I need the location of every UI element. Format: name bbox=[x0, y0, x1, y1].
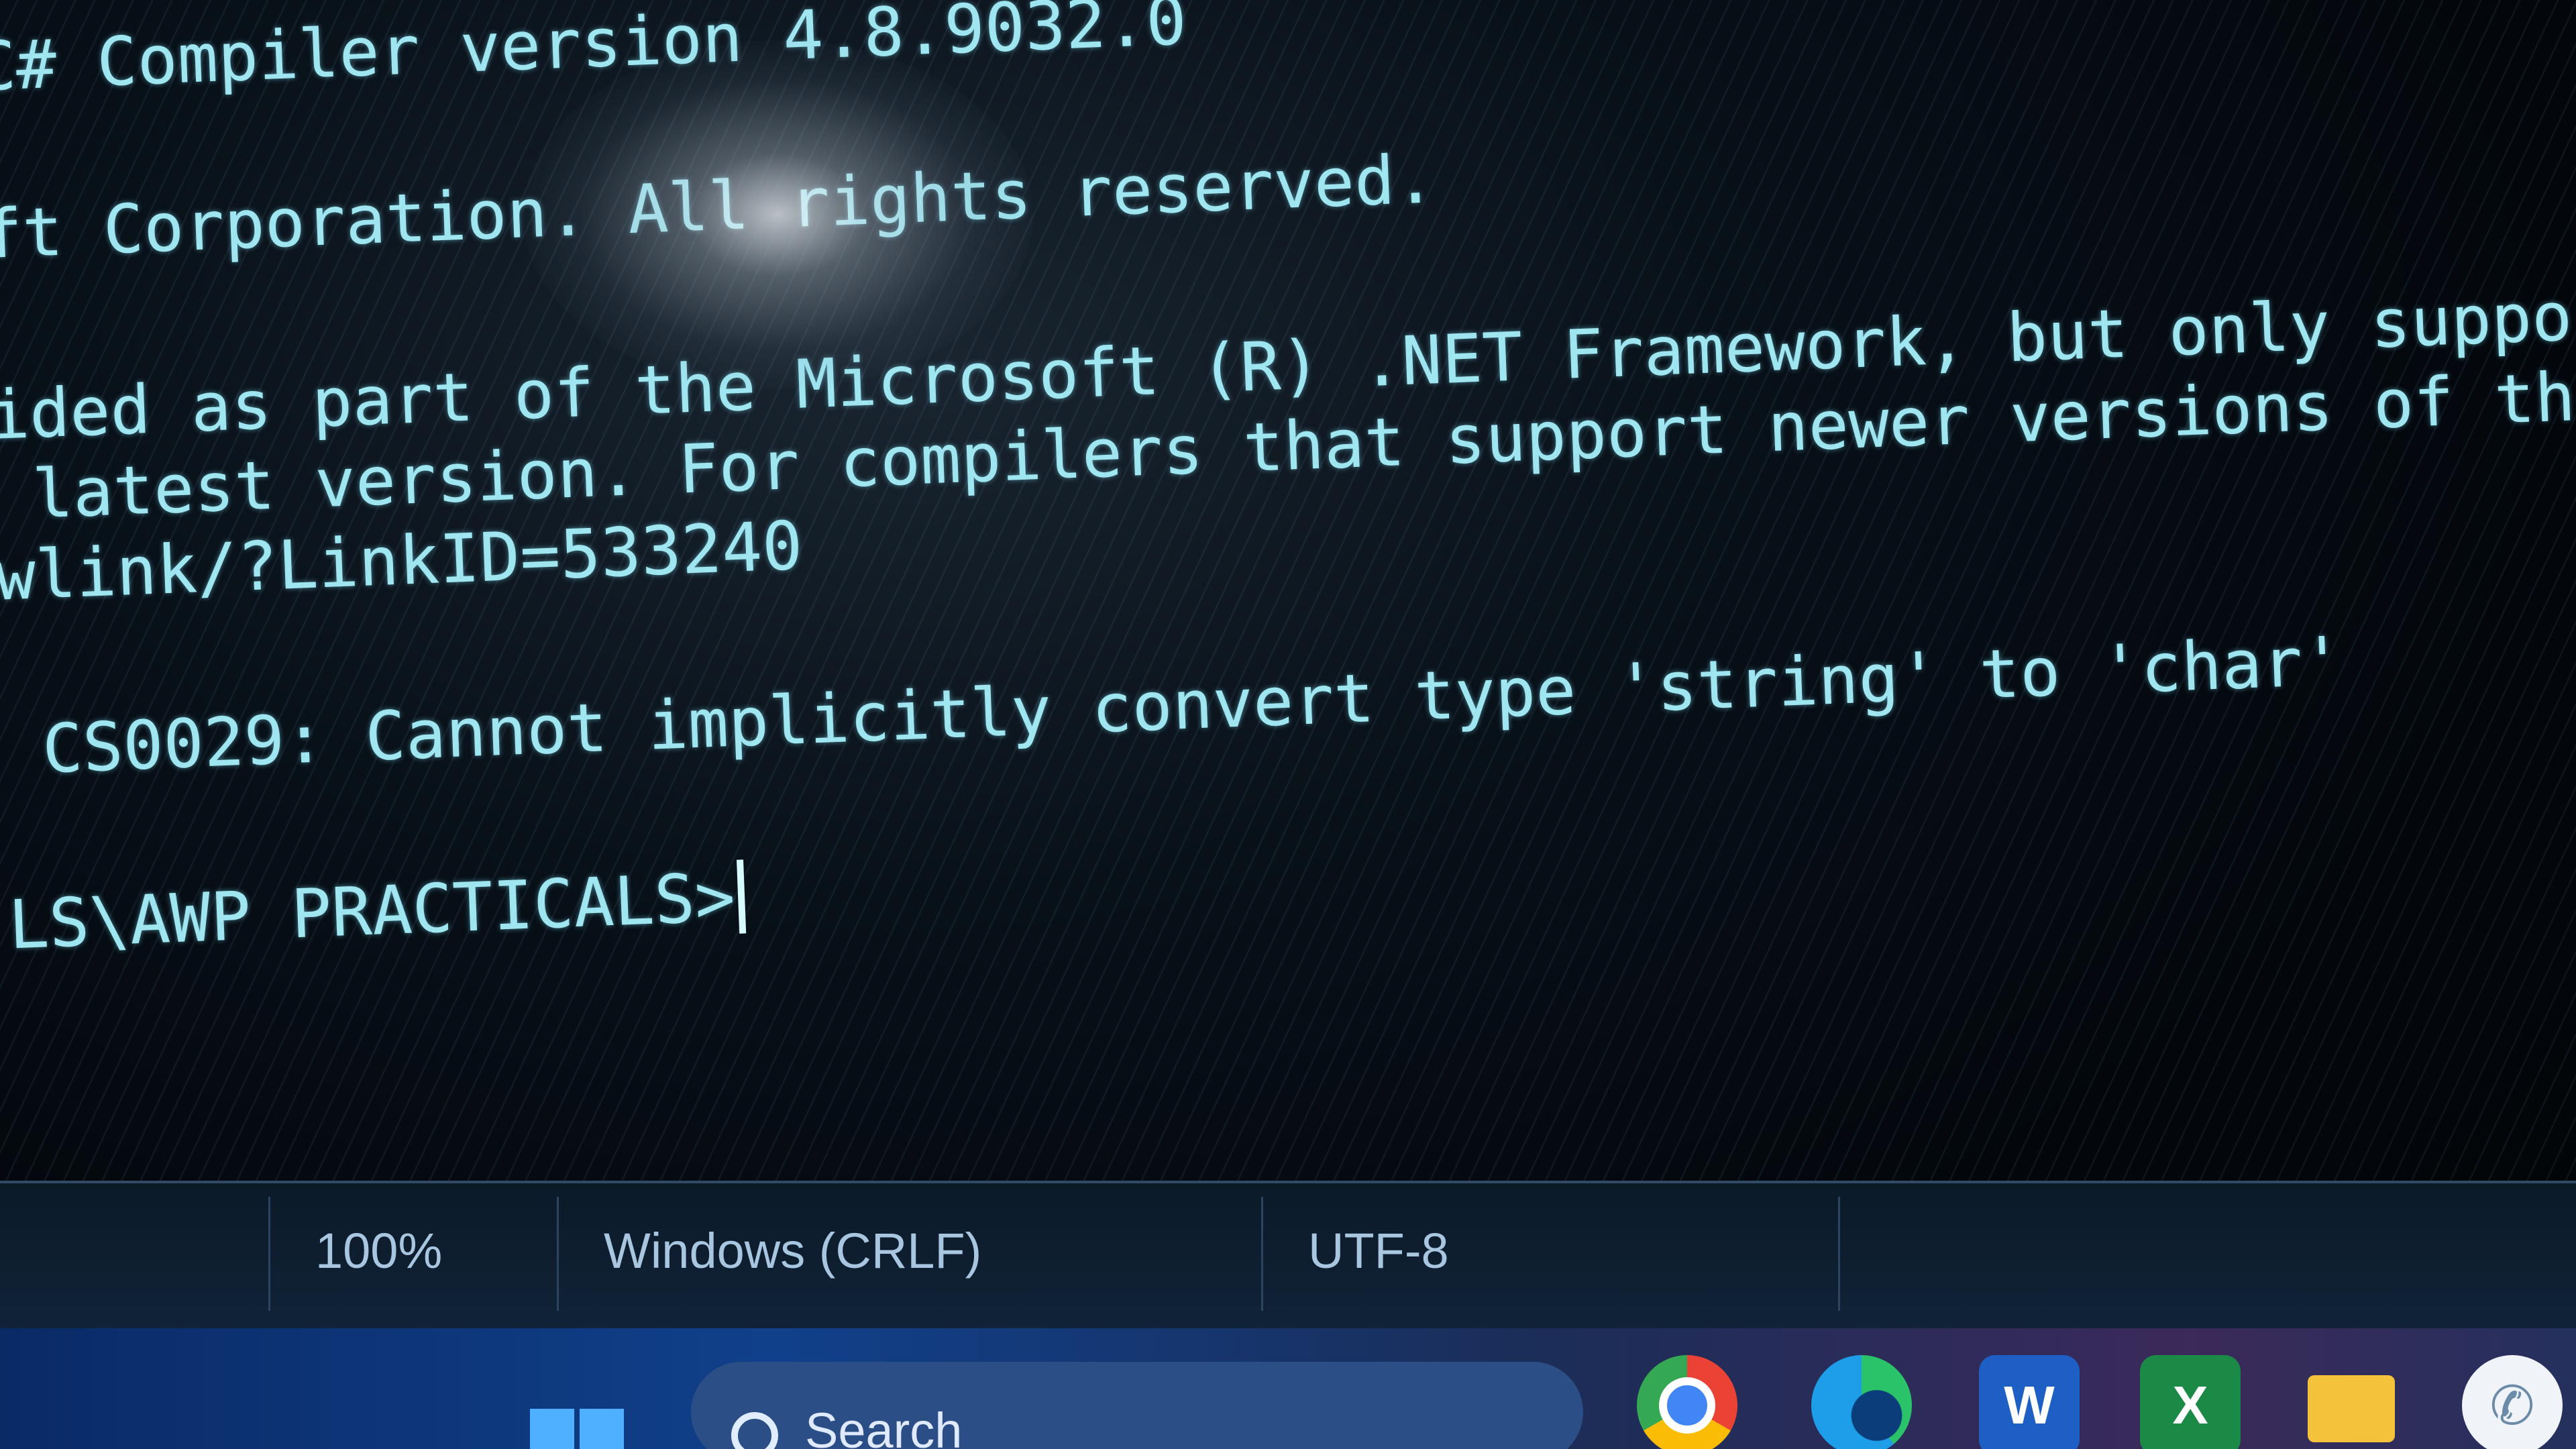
console-line-compiler-version: C# Compiler version 4.8.9032.0 bbox=[0, 0, 1188, 107]
status-bar: 100% Windows (CRLF) UTF-8 bbox=[0, 1181, 2576, 1331]
status-line-endings[interactable]: Windows (CRLF) bbox=[557, 1183, 981, 1318]
folder-icon[interactable] bbox=[2301, 1355, 2402, 1449]
status-separator bbox=[1838, 1197, 1840, 1311]
console-line-error: CS0029: Cannot implicitly convert type '… bbox=[0, 621, 2345, 790]
whatsapp-icon[interactable]: ✆ bbox=[2462, 1355, 2563, 1449]
console-prompt-line[interactable]: LS\AWP PRACTICALS> bbox=[7, 857, 746, 964]
excel-icon[interactable]: X bbox=[2140, 1355, 2241, 1449]
console-prompt: LS\AWP PRACTICALS> bbox=[7, 857, 737, 965]
taskbar: Search W X ✆ bbox=[0, 1328, 2576, 1449]
search-icon bbox=[731, 1412, 778, 1449]
terminal-output[interactable]: C# Compiler version 4.8.9032.0 ft Corpor… bbox=[0, 0, 2576, 1180]
taskbar-search-box[interactable]: Search bbox=[691, 1362, 1583, 1449]
status-zoom[interactable]: 100% bbox=[268, 1183, 442, 1318]
word-icon[interactable]: W bbox=[1979, 1355, 2080, 1449]
search-placeholder: Search bbox=[805, 1403, 963, 1449]
screen: C# Compiler version 4.8.9032.0 ft Corpor… bbox=[0, 0, 2576, 1449]
status-encoding[interactable]: UTF-8 bbox=[1261, 1183, 1449, 1318]
edge-icon[interactable] bbox=[1811, 1355, 1912, 1449]
windows-start-icon[interactable] bbox=[530, 1409, 624, 1449]
console-line-copyright: ft Corporation. All rights reserved. bbox=[0, 140, 1437, 274]
text-cursor bbox=[736, 859, 746, 934]
chrome-icon[interactable] bbox=[1637, 1355, 1737, 1449]
